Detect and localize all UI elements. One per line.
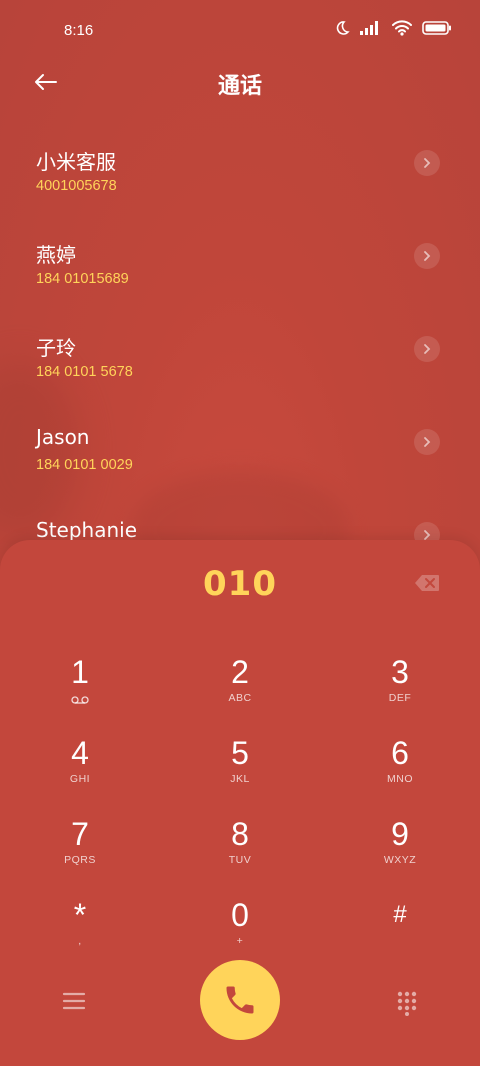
chevron-right-icon[interactable] (414, 336, 440, 362)
key-digit: 4 (71, 735, 89, 771)
key-digit: 2 (231, 654, 249, 690)
key-letters: MNO (387, 773, 413, 785)
key-7[interactable]: 7 PQRS (20, 816, 140, 886)
key-letters: DEF (388, 692, 412, 704)
status-icons (334, 20, 452, 36)
key-digit: 3 (391, 654, 409, 690)
key-digit: 8 (231, 816, 249, 852)
chevron-right-icon[interactable] (414, 243, 440, 269)
contact-item[interactable]: Jason 184 0101 0029 (0, 409, 480, 502)
key-letters: TUV (228, 854, 252, 866)
status-bar: 8:16 (0, 0, 480, 60)
key-letters: GHI (69, 773, 91, 785)
key-2[interactable]: 2 ABC (180, 654, 300, 724)
status-time: 8:16 (64, 22, 94, 39)
key-digit: * (73, 897, 87, 933)
key-star[interactable]: * , (20, 897, 140, 967)
contact-number: 4001005678 (36, 178, 117, 194)
key-letters: WXYZ (383, 854, 417, 866)
dialed-number: 010 (203, 564, 277, 604)
contact-name: 燕婷 (36, 243, 76, 267)
dialpad-panel: 010 1 2 ABC 3 DEF 4 GHI 5 JKL 6 MNO 7 PQ… (0, 540, 480, 1066)
key-digit: # (393, 901, 407, 928)
contact-name: 子玲 (36, 336, 76, 360)
wifi-icon (392, 20, 412, 36)
contact-item[interactable]: 小米客服 4001005678 (0, 130, 480, 223)
menu-icon[interactable] (60, 990, 88, 1012)
key-digit: 0 (231, 897, 249, 933)
keypad-icon[interactable] (396, 990, 418, 1016)
contact-item[interactable]: 子玲 184 0101 5678 (0, 316, 480, 409)
key-letters: JKL (230, 773, 250, 785)
contact-name: 小米客服 (36, 150, 116, 174)
contact-item[interactable]: 燕婷 184 01015689 (0, 223, 480, 316)
page-title: 通话 (217, 74, 262, 99)
key-digit: 7 (71, 816, 89, 852)
key-3[interactable]: 3 DEF (340, 654, 460, 724)
key-6[interactable]: 6 MNO (340, 735, 460, 805)
chevron-right-icon[interactable] (414, 429, 440, 455)
dialer-actions (0, 960, 480, 1050)
voicemail-icon (71, 696, 89, 704)
backspace-icon[interactable] (414, 574, 440, 592)
battery-icon (422, 21, 451, 35)
signal-icon (360, 21, 378, 35)
key-5[interactable]: 5 JKL (180, 735, 300, 805)
key-8[interactable]: 8 TUV (180, 816, 300, 886)
key-0[interactable]: 0 + (180, 897, 300, 967)
contact-name: Jason (36, 425, 90, 449)
key-hash[interactable]: # (340, 897, 460, 967)
moon-icon (336, 21, 350, 35)
key-digit: 6 (391, 735, 409, 771)
key-9[interactable]: 9 WXYZ (340, 816, 460, 886)
chevron-right-icon[interactable] (414, 150, 440, 176)
contact-number: 184 0101 5678 (36, 364, 133, 380)
contact-list: 小米客服 4001005678 燕婷 184 01015689 子玲 184 0… (0, 130, 480, 595)
key-digit: 9 (391, 816, 409, 852)
key-digit: 5 (231, 735, 249, 771)
key-letters: , (78, 935, 82, 947)
contact-number: 184 0101 0029 (36, 457, 133, 473)
contact-number: 184 01015689 (36, 271, 129, 287)
phone-icon (226, 986, 254, 1014)
key-4[interactable]: 4 GHI (20, 735, 140, 805)
contact-name: Stephanie (36, 518, 138, 542)
call-button[interactable] (200, 960, 280, 1040)
key-letters: ABC (228, 692, 252, 704)
key-letters: + (236, 935, 244, 947)
key-digit: 1 (71, 654, 89, 690)
header: 通话 (0, 60, 480, 106)
key-1[interactable]: 1 (20, 654, 140, 724)
key-letters: PQRS (64, 854, 96, 866)
